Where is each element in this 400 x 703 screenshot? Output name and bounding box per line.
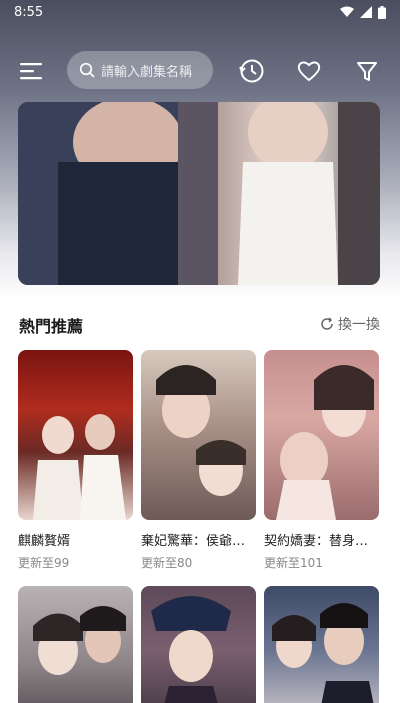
- drama-title: 棄妃驚華：侯爺…: [141, 534, 246, 549]
- wifi-icon: [340, 6, 354, 17]
- filter-icon[interactable]: [353, 57, 381, 85]
- drama-poster: [18, 350, 133, 520]
- drama-card[interactable]: [18, 586, 133, 703]
- search-placeholder: 請輸入劇集名稱: [101, 64, 193, 80]
- refresh-icon: [321, 317, 333, 330]
- menu-icon[interactable]: [16, 56, 46, 86]
- drama-poster: [141, 350, 256, 520]
- refresh-label: 換一換: [338, 317, 380, 333]
- drama-card[interactable]: [264, 586, 379, 703]
- drama-card[interactable]: 契約嬌妻：替身… 更新至101: [264, 350, 379, 571]
- search-input[interactable]: 請輸入劇集名稱: [67, 51, 213, 89]
- drama-update: 更新至101: [264, 556, 323, 570]
- drama-poster: [264, 350, 379, 520]
- drama-card[interactable]: 麒麟贅婿 更新至99: [18, 350, 133, 571]
- drama-card[interactable]: [141, 586, 256, 703]
- status-icons: [340, 5, 386, 19]
- status-time: 8:55: [14, 4, 44, 20]
- drama-poster: [141, 586, 256, 703]
- refresh-button[interactable]: 換一換: [320, 314, 380, 334]
- drama-title: 契約嬌妻：替身…: [264, 534, 369, 549]
- search-icon: [79, 62, 95, 78]
- heart-icon[interactable]: [295, 57, 323, 85]
- signal-icon: [360, 6, 372, 18]
- banner-artwork: [18, 102, 380, 285]
- drama-card[interactable]: 棄妃驚華：侯爺… 更新至80: [141, 350, 256, 571]
- history-icon[interactable]: [238, 57, 266, 85]
- battery-icon: [378, 5, 386, 19]
- drama-update: 更新至99: [18, 556, 70, 570]
- top-bar: 請輸入劇集名稱: [0, 48, 400, 94]
- featured-banner[interactable]: [18, 102, 380, 285]
- drama-poster: [18, 586, 133, 703]
- status-bar: 8:55: [0, 0, 400, 24]
- drama-update: 更新至80: [141, 556, 193, 570]
- drama-poster: [264, 586, 379, 703]
- drama-title: 麒麟贅婿: [18, 534, 71, 549]
- section-title: 熱門推薦: [19, 317, 84, 336]
